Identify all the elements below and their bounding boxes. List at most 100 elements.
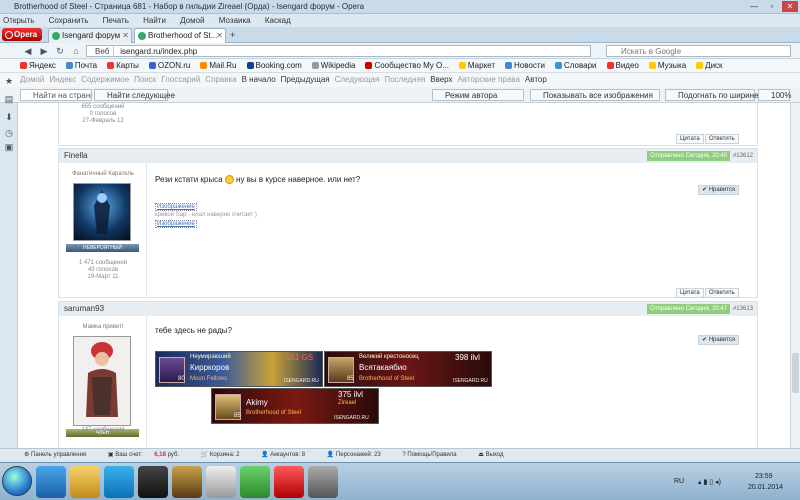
- menu-home[interactable]: Домой: [180, 16, 204, 25]
- clock-date[interactable]: 20.01.2014: [748, 484, 783, 491]
- tab-isengard[interactable]: Isengard форум ✕: [48, 28, 132, 43]
- bookmark-item[interactable]: Словари: [554, 61, 597, 70]
- app-icon[interactable]: [206, 466, 236, 498]
- nav-link[interactable]: Глоссарий: [161, 75, 200, 84]
- fit-width-button[interactable]: Подогнать по ширине: [665, 89, 758, 101]
- start-button[interactable]: [2, 466, 32, 496]
- stat-joined: 19-Март 11: [87, 274, 119, 280]
- nav-link[interactable]: Последняя: [384, 75, 425, 84]
- like-button[interactable]: ✔ Нравится: [698, 185, 740, 195]
- bookmark-item[interactable]: Яндекс: [20, 61, 56, 70]
- image-link[interactable]: Изображение: [155, 203, 197, 211]
- nav-link[interactable]: Следующая: [335, 75, 380, 84]
- avatar[interactable]: [73, 336, 131, 426]
- avatar[interactable]: [73, 183, 131, 241]
- characters-link[interactable]: 👤 Персонажей: 23: [327, 452, 391, 458]
- character-banner[interactable]: 85 Великий крестоносец 398 ilvl Всятакая…: [324, 351, 492, 387]
- tab-close-icon[interactable]: ✕: [216, 29, 223, 42]
- menu-cascade[interactable]: Каскад: [265, 16, 291, 25]
- ie-icon[interactable]: [36, 466, 66, 498]
- wow-icon[interactable]: [172, 466, 202, 498]
- bookmark-item[interactable]: Видео: [606, 61, 639, 70]
- reload-icon[interactable]: ↻: [54, 45, 66, 57]
- help-link[interactable]: ? Помощь/Правила: [402, 452, 466, 458]
- close-icon[interactable]: ✕: [782, 1, 798, 12]
- nav-link[interactable]: Автор: [525, 75, 547, 84]
- nav-link[interactable]: Содержимое: [81, 75, 129, 84]
- accounts-link[interactable]: 👤 Аккаунтов: 8: [261, 452, 315, 458]
- bookmark-item[interactable]: Booking.com: [246, 61, 302, 70]
- show-images-select[interactable]: Показывать все изображения: [530, 89, 660, 101]
- bookmark-item[interactable]: Почта: [65, 61, 97, 70]
- control-panel-link[interactable]: ⚙ Панель управления: [24, 452, 96, 458]
- reply-button[interactable]: Ответить: [705, 288, 739, 298]
- exit-link[interactable]: ⏏ Выход: [478, 452, 513, 458]
- menu-open[interactable]: Открыть: [3, 16, 34, 25]
- back-icon[interactable]: ◀: [22, 45, 34, 57]
- bookmark-item[interactable]: OZON.ru: [148, 61, 190, 70]
- character-banner[interactable]: 80 Неумираюший 551 GS Кирркоров Moon Fel…: [155, 351, 323, 387]
- skype-icon[interactable]: [104, 466, 134, 498]
- panels-icon[interactable]: ▣: [4, 142, 14, 152]
- tab-brotherhood[interactable]: Brotherhood of St... ✕: [134, 28, 226, 43]
- new-tab-icon[interactable]: +: [230, 30, 235, 40]
- bookmark-item[interactable]: Сообщество My O...: [365, 61, 449, 70]
- quote-button[interactable]: Цитата: [676, 134, 704, 144]
- bookmark-item[interactable]: Wikipedia: [311, 61, 355, 70]
- like-button[interactable]: ✔ Нравится: [698, 335, 740, 345]
- app-icon[interactable]: [240, 466, 270, 498]
- bookmark-item[interactable]: Музыка: [648, 61, 686, 70]
- scrollbar-thumb[interactable]: [792, 353, 799, 393]
- author-mode-select[interactable]: Режим автора: [432, 89, 524, 101]
- minimize-icon[interactable]: —: [746, 1, 762, 12]
- bookmark-item[interactable]: Карты: [107, 61, 139, 70]
- star-icon[interactable]: ★: [4, 76, 14, 86]
- bookmark-item[interactable]: Mail.Ru: [200, 61, 237, 70]
- app-icon[interactable]: [308, 466, 338, 498]
- menu-find[interactable]: Найти: [143, 16, 166, 25]
- find-in-page-input[interactable]: Найти на страниц...: [20, 89, 92, 101]
- post-number[interactable]: #13612: [733, 153, 753, 159]
- bookmark-item[interactable]: Новости: [505, 61, 545, 70]
- search-input[interactable]: Искать в Google: [606, 45, 791, 57]
- menu-save[interactable]: Сохранить: [49, 16, 89, 25]
- post-number[interactable]: #13613: [733, 306, 753, 312]
- menu-print[interactable]: Печать: [103, 16, 129, 25]
- nav-link[interactable]: Индекс: [49, 75, 76, 84]
- language-indicator[interactable]: RU: [674, 478, 684, 485]
- nav-link[interactable]: Предыдущая: [281, 75, 330, 84]
- nav-link[interactable]: В начало: [242, 75, 276, 84]
- opera-menu-button[interactable]: Opera: [2, 28, 42, 41]
- bookmark-item[interactable]: Диск: [696, 61, 723, 70]
- media-player-icon[interactable]: [138, 466, 168, 498]
- character-banner[interactable]: 85 Akimy 375 ilvl Zireael Brotherhood of…: [211, 388, 379, 424]
- menu-tile[interactable]: Мозаика: [219, 16, 251, 25]
- nav-link[interactable]: Вверх: [430, 75, 452, 84]
- explorer-icon[interactable]: [70, 466, 100, 498]
- nav-link[interactable]: Поиск: [134, 75, 156, 84]
- quote-button[interactable]: Цитата: [676, 288, 704, 298]
- zoom-select[interactable]: 100%: [758, 89, 791, 101]
- home-icon[interactable]: ⌂: [70, 45, 82, 57]
- tab-close-icon[interactable]: ✕: [122, 29, 129, 42]
- nav-link[interactable]: Авторские права: [458, 75, 520, 84]
- history-icon[interactable]: ◷: [4, 128, 14, 138]
- notes-icon[interactable]: ▤: [4, 94, 14, 104]
- reply-button[interactable]: Ответить: [705, 134, 739, 144]
- image-link[interactable]: Изображение: [155, 220, 197, 228]
- clock-time[interactable]: 23:59: [755, 473, 773, 480]
- forward-icon[interactable]: ▶: [38, 45, 50, 57]
- find-next-button[interactable]: Найти следующее: [94, 89, 175, 101]
- maximize-icon[interactable]: ▫: [764, 1, 780, 12]
- post-author[interactable]: Finella: [64, 151, 88, 160]
- opera-taskbar-icon[interactable]: [274, 466, 304, 498]
- tray-icons[interactable]: ▴ ▮ ▯ ◂): [698, 478, 721, 486]
- nav-link[interactable]: Домой: [20, 75, 44, 84]
- vertical-scrollbar[interactable]: [790, 103, 800, 448]
- download-icon[interactable]: ⬇: [4, 112, 14, 122]
- nav-link[interactable]: Справка: [205, 75, 236, 84]
- url-input[interactable]: Веб isengard.ru/index.php: [86, 45, 591, 57]
- post-author[interactable]: saruman93: [64, 304, 104, 313]
- bookmark-item[interactable]: Маркет: [458, 61, 495, 70]
- cart-link[interactable]: 🛒 Корзина: 2: [201, 452, 250, 458]
